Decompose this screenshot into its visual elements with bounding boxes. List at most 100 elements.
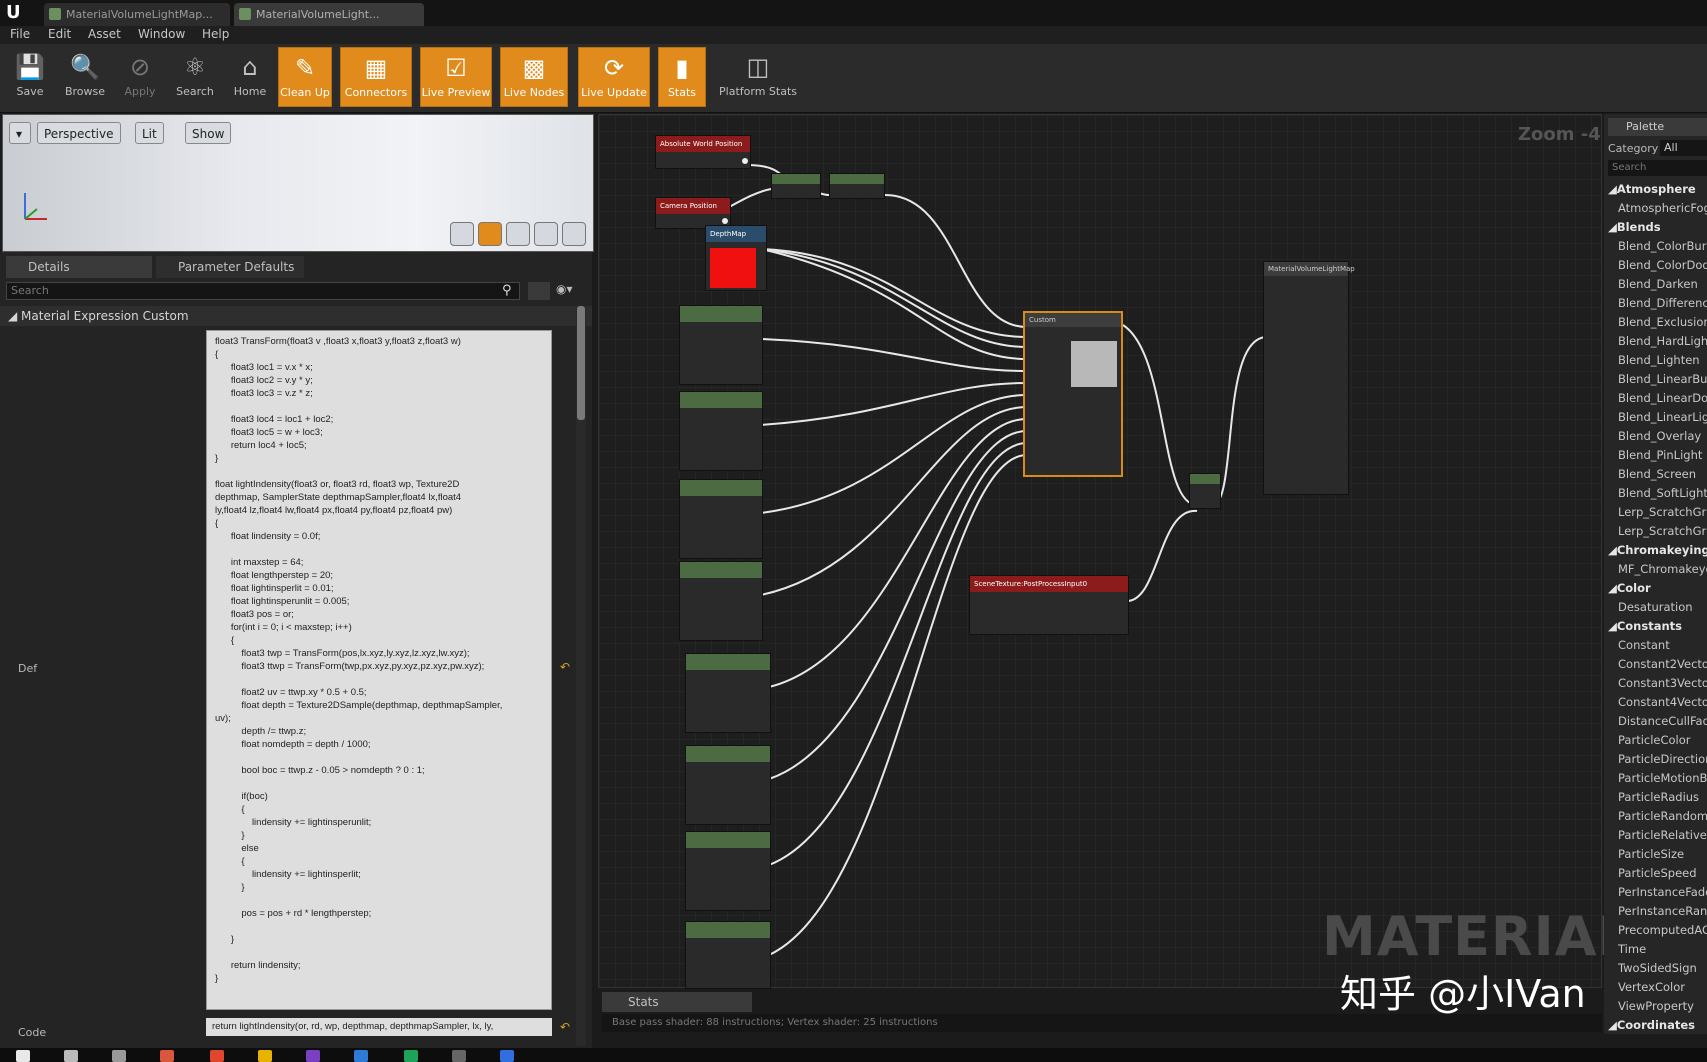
- live-nodes-button[interactable]: ▩ Live Nodes: [500, 47, 568, 107]
- palette-item[interactable]: VertexColor: [1618, 980, 1685, 994]
- palette-item[interactable]: Blend_ColorBurn: [1618, 239, 1707, 253]
- palette-category[interactable]: ◢Chromakeying: [1608, 543, 1707, 557]
- palette-item[interactable]: Blend_LinearDodge: [1618, 391, 1707, 405]
- palette-item[interactable]: MF_Chromakeyer: [1618, 562, 1707, 576]
- palette-category[interactable]: ◢Atmosphere: [1608, 182, 1696, 196]
- menu-help[interactable]: Help: [202, 27, 229, 41]
- clean-up-button[interactable]: ✎ Clean Up: [278, 47, 332, 107]
- preview-sphere-icon[interactable]: [478, 222, 502, 246]
- palette-item[interactable]: Blend_SoftLight: [1618, 486, 1707, 500]
- palette-item[interactable]: Blend_Darken: [1618, 277, 1698, 291]
- viewport-options-button[interactable]: ▾: [9, 122, 31, 144]
- palette-item[interactable]: PrecomputedAOMask: [1618, 923, 1707, 937]
- menu-asset[interactable]: Asset: [88, 27, 121, 41]
- palette-item[interactable]: Blend_Screen: [1618, 467, 1696, 481]
- search-taskbar-icon[interactable]: [64, 1050, 78, 1062]
- palette-item[interactable]: Blend_LinearBurn: [1618, 372, 1707, 386]
- node-subtract[interactable]: [771, 173, 821, 199]
- palette-category[interactable]: ◢Blends: [1608, 220, 1661, 234]
- search-button[interactable]: ⚛ Search: [168, 47, 222, 107]
- reset-def-icon[interactable]: ↶: [560, 660, 570, 674]
- stats-button[interactable]: ▮ Stats: [658, 47, 706, 107]
- node-vector-param[interactable]: [685, 921, 771, 989]
- preview-cube-icon[interactable]: [534, 222, 558, 246]
- palette-item[interactable]: ParticleMotionBlurFade: [1618, 771, 1707, 785]
- palette-item[interactable]: PerInstanceFadeAmount: [1618, 885, 1707, 899]
- connectors-button[interactable]: ▦ Connectors: [340, 47, 412, 107]
- perspective-button[interactable]: Perspective: [37, 122, 121, 144]
- section-header[interactable]: ◢ Material Expression Custom: [0, 306, 592, 326]
- palette-item[interactable]: Blend_Lighten: [1618, 353, 1700, 367]
- code-input-field[interactable]: return lightIndensity(or, rd, wp, depthm…: [206, 1018, 552, 1036]
- palette-item[interactable]: Constant2Vector: [1618, 657, 1707, 671]
- palette-search-input[interactable]: Search: [1608, 160, 1707, 176]
- live-preview-button[interactable]: ☑ Live Preview: [420, 47, 492, 107]
- palette-item[interactable]: Blend_ColorDodge: [1618, 258, 1707, 272]
- tab-details[interactable]: Details: [6, 256, 152, 278]
- node-custom[interactable]: Custom: [1023, 311, 1123, 477]
- folder-icon[interactable]: [258, 1050, 272, 1062]
- node-vector-param[interactable]: [685, 831, 771, 911]
- save-button[interactable]: 💾 Save: [3, 47, 57, 107]
- palette-item[interactable]: AtmosphericFog: [1618, 201, 1707, 215]
- visual-studio-icon[interactable]: [306, 1050, 320, 1062]
- material-graph[interactable]: Absolute World Position Camera Position …: [598, 114, 1602, 989]
- lit-button[interactable]: Lit: [135, 122, 164, 144]
- browse-button[interactable]: 🔍 Browse: [58, 47, 112, 107]
- palette-item[interactable]: ParticleRandom: [1618, 809, 1707, 823]
- palette-item[interactable]: TwoSidedSign: [1618, 961, 1697, 975]
- palette-item[interactable]: Constant: [1618, 638, 1670, 652]
- palette-item[interactable]: ParticleRadius: [1618, 790, 1699, 804]
- palette-item[interactable]: ParticleSize: [1618, 847, 1684, 861]
- palette-category[interactable]: ◢Color: [1608, 581, 1651, 595]
- apply-button[interactable]: ⊘ Apply: [113, 47, 167, 107]
- taskview-icon[interactable]: [112, 1050, 126, 1062]
- palette-item[interactable]: ParticleSpeed: [1618, 866, 1697, 880]
- unreal-taskbar-icon[interactable]: [452, 1050, 466, 1062]
- palette-item[interactable]: PerInstanceRandom: [1618, 904, 1707, 918]
- output-pin[interactable]: [742, 158, 748, 164]
- tab-material-1[interactable]: MaterialVolumeLightMap...: [44, 3, 230, 26]
- tab-material-2[interactable]: MaterialVolumeLight...: [234, 3, 424, 26]
- palette-item[interactable]: Blend_Overlay: [1618, 429, 1701, 443]
- palette-item[interactable]: ParticleDirection: [1618, 752, 1707, 766]
- show-button[interactable]: Show: [185, 122, 232, 144]
- palette-item[interactable]: Blend_Exclusion: [1618, 315, 1707, 329]
- reset-code-icon[interactable]: ↶: [560, 1020, 570, 1034]
- home-button[interactable]: ⌂ Home: [223, 47, 277, 107]
- palette-item[interactable]: ParticleRelativeTime: [1618, 828, 1707, 842]
- palette-item[interactable]: Blend_HardLight: [1618, 334, 1707, 348]
- grid-view-icon[interactable]: [528, 282, 550, 300]
- palette-item[interactable]: Constant4Vector: [1618, 695, 1707, 709]
- node-vector-param[interactable]: [685, 745, 771, 825]
- eye-icon[interactable]: ◉▾: [556, 282, 586, 300]
- menu-window[interactable]: Window: [138, 27, 185, 41]
- palette-item[interactable]: DistanceCullFade: [1618, 714, 1707, 728]
- palette-item[interactable]: Constant3Vector: [1618, 676, 1707, 690]
- palette-item[interactable]: ViewProperty: [1618, 999, 1694, 1013]
- palette-item[interactable]: Time: [1618, 942, 1646, 956]
- palette-item[interactable]: Lerp_ScratchGrime2: [1618, 524, 1707, 538]
- palette-item[interactable]: Blend_PinLight: [1618, 448, 1702, 462]
- tab-stats[interactable]: Stats: [602, 992, 752, 1012]
- preview-mesh-icon[interactable]: [562, 222, 586, 246]
- node-scene-texture[interactable]: SceneTexture:PostProcessInput0: [969, 575, 1129, 635]
- node-vector-param[interactable]: [679, 391, 763, 471]
- output-pin[interactable]: [722, 218, 728, 224]
- start-icon[interactable]: [16, 1050, 30, 1062]
- palette-category[interactable]: ◢Coordinates: [1608, 1018, 1695, 1032]
- tab-parameter-defaults[interactable]: Parameter Defaults: [156, 256, 304, 278]
- palette-item[interactable]: Blend_LinearLight: [1618, 410, 1707, 424]
- app2-icon[interactable]: [404, 1050, 418, 1062]
- node-absolute-world-position[interactable]: Absolute World Position: [655, 135, 751, 169]
- details-scrollbar-thumb[interactable]: [577, 306, 585, 420]
- node-material-result[interactable]: MaterialVolumeLightMap: [1263, 261, 1355, 495]
- category-select[interactable]: All: [1660, 140, 1707, 156]
- preview-plane-icon[interactable]: [506, 222, 530, 246]
- app-icon[interactable]: [354, 1050, 368, 1062]
- chrome-icon[interactable]: [210, 1050, 224, 1062]
- palette-item[interactable]: Lerp_ScratchGrime: [1618, 505, 1707, 519]
- node-vector-param[interactable]: [685, 653, 771, 733]
- node-depthmap[interactable]: DepthMap: [705, 225, 767, 291]
- preview-cylinder-icon[interactable]: [450, 222, 474, 246]
